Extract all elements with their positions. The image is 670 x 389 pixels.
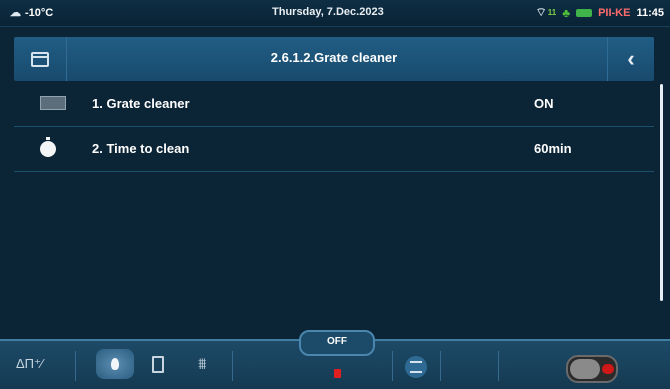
back-button[interactable]: ‹ [607,37,654,81]
divider [498,351,499,381]
item-value[interactable]: 60min [534,141,572,156]
outdoor-temperature: ☁ -10°C [10,6,54,20]
menu-button[interactable] [405,356,427,378]
clock-text: 11:45 [636,6,664,19]
item-value[interactable]: ON [534,96,554,111]
settings-list: 1. Grate cleaner ON 2. Time to clean 60m… [14,82,654,172]
timer-icon [40,137,56,157]
status-right: ⌔ 11 ♣ PII-KE 11:45 [535,5,664,20]
stop-indicator-icon [334,369,341,378]
item-label: 1. Grate cleaner [92,96,190,111]
list-item-grate-cleaner[interactable]: 1. Grate cleaner ON [14,82,654,127]
page-title: 2.6.1.2.Grate cleaner [270,50,398,65]
mode-icons-text: ΔΠ⁺⁄ [16,356,44,371]
rectangle-icon [152,356,164,373]
status-bar: ☁ -10°C Thursday, 7.Dec.2023 ⌔ 11 ♣ PII-… [0,0,670,27]
flame-icon [111,358,119,370]
power-toggle-icon [602,364,614,374]
cloud-temperature-icon: ☁ [10,7,21,19]
wifi-signal-text: 11 [547,8,557,17]
temperature-text: -10°C [25,6,54,19]
wifi-icon: ⌔ [535,5,547,19]
grate-icon [40,96,66,110]
device-name: PII-KE [598,6,631,19]
grid-icon: ⩩ [198,356,207,373]
date-text: Thursday, 7.Dec.2023 [272,6,384,18]
mode-icons-button[interactable]: ΔΠ⁺⁄ [16,356,43,372]
item-label: 2. Time to clean [92,141,190,156]
menu-icon [410,361,422,373]
toggle-knob [570,359,600,379]
list-item-time-to-clean[interactable]: 2. Time to clean 60min [14,127,654,172]
flame-button[interactable] [96,349,134,379]
power-toggle[interactable] [566,355,618,383]
divider [232,351,233,381]
rectangle-button[interactable] [152,356,164,373]
back-chevron-icon: ‹ [627,46,635,71]
state-off-tab[interactable]: OFF [299,330,375,356]
divider [392,351,393,381]
divider [440,351,441,381]
page-header: 2.6.1.2.Grate cleaner ‹ [14,37,654,81]
scrollbar[interactable] [660,84,663,301]
grid-button[interactable]: ⩩ [198,356,207,374]
leaf-icon: ♣ [562,5,571,20]
divider [75,351,76,381]
battery-icon [576,8,593,17]
